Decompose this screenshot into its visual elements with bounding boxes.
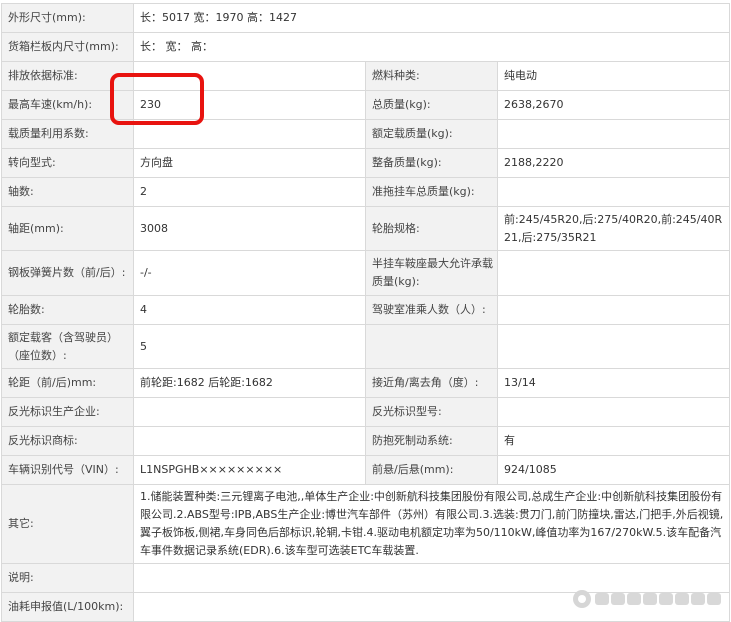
vehicle-spec-table: 外形尺寸(mm): 长：5017 宽：1970 高：1427 货箱栏板内尺寸(m… xyxy=(1,3,731,622)
spec-value xyxy=(132,563,731,593)
spec-label: 说明: xyxy=(1,563,134,593)
spec-value xyxy=(496,324,731,369)
spec-value xyxy=(133,119,366,149)
table-row: 说明: xyxy=(1,563,731,593)
spec-label: 转向型式: xyxy=(1,148,134,178)
spec-label: 半挂车鞍座最大允许承载质量(kg): xyxy=(365,250,498,296)
spec-label: 驾驶室准乘人数（人）: xyxy=(365,295,498,325)
spec-label: 钢板弹簧片数（前/后）: xyxy=(1,250,134,296)
spec-value: 长： 宽： 高： xyxy=(132,32,731,62)
spec-label xyxy=(365,324,498,369)
spec-label: 排放依据标准: xyxy=(1,61,134,91)
spec-value: 3008 xyxy=(133,206,366,251)
table-row: 油耗申报值(L/100km): xyxy=(1,592,731,622)
spec-label: 准拖挂车总质量(kg): xyxy=(365,177,498,207)
spec-value: 纯电动 xyxy=(496,61,731,91)
table-row: 车辆识别代号（VIN）: L1NSPGHB××××××××× 前悬/后悬(mm)… xyxy=(1,455,731,485)
spec-value xyxy=(496,119,731,149)
table-row: 其它: 1.储能装置种类:三元锂离子电池,,单体生产企业:中创新航科技集团股份有… xyxy=(1,484,731,564)
table-row: 轮胎数: 4 驾驶室准乘人数（人）: xyxy=(1,295,731,325)
spec-value: 4 xyxy=(133,295,366,325)
spec-value: 13/14 xyxy=(496,368,731,398)
table-row: 反光标识生产企业: 反光标识型号: xyxy=(1,397,731,427)
spec-value: 前轮距:1682 后轮距:1682 xyxy=(133,368,366,398)
table-row: 排放依据标准: 燃料种类: 纯电动 xyxy=(1,61,731,91)
spec-value xyxy=(496,295,731,325)
spec-value xyxy=(496,250,731,296)
spec-value: 2 xyxy=(133,177,366,207)
spec-value xyxy=(133,397,366,427)
spec-value: 924/1085 xyxy=(496,455,731,485)
spec-value: -/- xyxy=(133,250,366,296)
table-row: 钢板弹簧片数（前/后）: -/- 半挂车鞍座最大允许承载质量(kg): xyxy=(1,250,731,296)
spec-label: 车辆识别代号（VIN）: xyxy=(1,455,134,485)
spec-value xyxy=(496,397,731,427)
spec-label: 燃料种类: xyxy=(365,61,498,91)
table-row: 轴距(mm): 3008 轮胎规格: 前:245/45R20,后:275/40R… xyxy=(1,206,731,251)
table-row: 转向型式: 方向盘 整备质量(kg): 2188,2220 xyxy=(1,148,731,178)
table-row: 外形尺寸(mm): 长：5017 宽：1970 高：1427 xyxy=(1,3,731,33)
spec-value: 2638,2670 xyxy=(496,90,731,120)
spec-label: 轮胎规格: xyxy=(365,206,498,251)
spec-value xyxy=(133,61,366,91)
tire-spec-value: 前:245/45R20,后:275/40R20,前:245/40R21,后:27… xyxy=(496,206,731,251)
spec-label: 油耗申报值(L/100km): xyxy=(1,592,134,622)
spec-label: 最高车速(km/h): xyxy=(1,90,134,120)
spec-value: 有 xyxy=(496,426,731,456)
spec-value xyxy=(496,177,731,207)
table-row: 额定载客（含驾驶员）（座位数）: 5 xyxy=(1,324,731,369)
table-row: 载质量利用系数: 额定载质量(kg): xyxy=(1,119,731,149)
spec-value: 方向盘 xyxy=(133,148,366,178)
table-row: 最高车速(km/h): 230 总质量(kg): 2638,2670 xyxy=(1,90,731,120)
spec-label: 整备质量(kg): xyxy=(365,148,498,178)
spec-value: 5 xyxy=(133,324,366,369)
table-row: 轮距（前/后)mm: 前轮距:1682 后轮距:1682 接近角/离去角（度）:… xyxy=(1,368,731,398)
spec-label: 反光标识型号: xyxy=(365,397,498,427)
spec-label: 轴距(mm): xyxy=(1,206,134,251)
spec-label: 反光标识生产企业: xyxy=(1,397,134,427)
spec-label: 前悬/后悬(mm): xyxy=(365,455,498,485)
spec-value xyxy=(132,592,731,622)
spec-label: 其它: xyxy=(1,484,134,564)
other-notes: 1.储能装置种类:三元锂离子电池,,单体生产企业:中创新航科技集团股份有限公司,… xyxy=(132,484,731,564)
spec-label: 货箱栏板内尺寸(mm): xyxy=(1,32,134,62)
spec-label: 反光标识商标: xyxy=(1,426,134,456)
table-row: 货箱栏板内尺寸(mm): 长： 宽： 高： xyxy=(1,32,731,62)
spec-value: 2188,2220 xyxy=(496,148,731,178)
spec-value xyxy=(133,426,366,456)
max-speed-value: 230 xyxy=(133,90,366,120)
spec-label: 总质量(kg): xyxy=(365,90,498,120)
spec-label: 外形尺寸(mm): xyxy=(1,3,134,33)
spec-label: 轴数: xyxy=(1,177,134,207)
spec-label: 额定载质量(kg): xyxy=(365,119,498,149)
spec-label: 轮胎数: xyxy=(1,295,134,325)
spec-label: 载质量利用系数: xyxy=(1,119,134,149)
spec-label: 接近角/离去角（度）: xyxy=(365,368,498,398)
vin-value: L1NSPGHB××××××××× xyxy=(133,455,366,485)
table-row: 轴数: 2 准拖挂车总质量(kg): xyxy=(1,177,731,207)
spec-value: 长：5017 宽：1970 高：1427 xyxy=(132,3,731,33)
table-row: 反光标识商标: 防抱死制动系统: 有 xyxy=(1,426,731,456)
spec-label: 防抱死制动系统: xyxy=(365,426,498,456)
spec-label: 额定载客（含驾驶员）（座位数）: xyxy=(1,324,134,369)
spec-label: 轮距（前/后)mm: xyxy=(1,368,134,398)
